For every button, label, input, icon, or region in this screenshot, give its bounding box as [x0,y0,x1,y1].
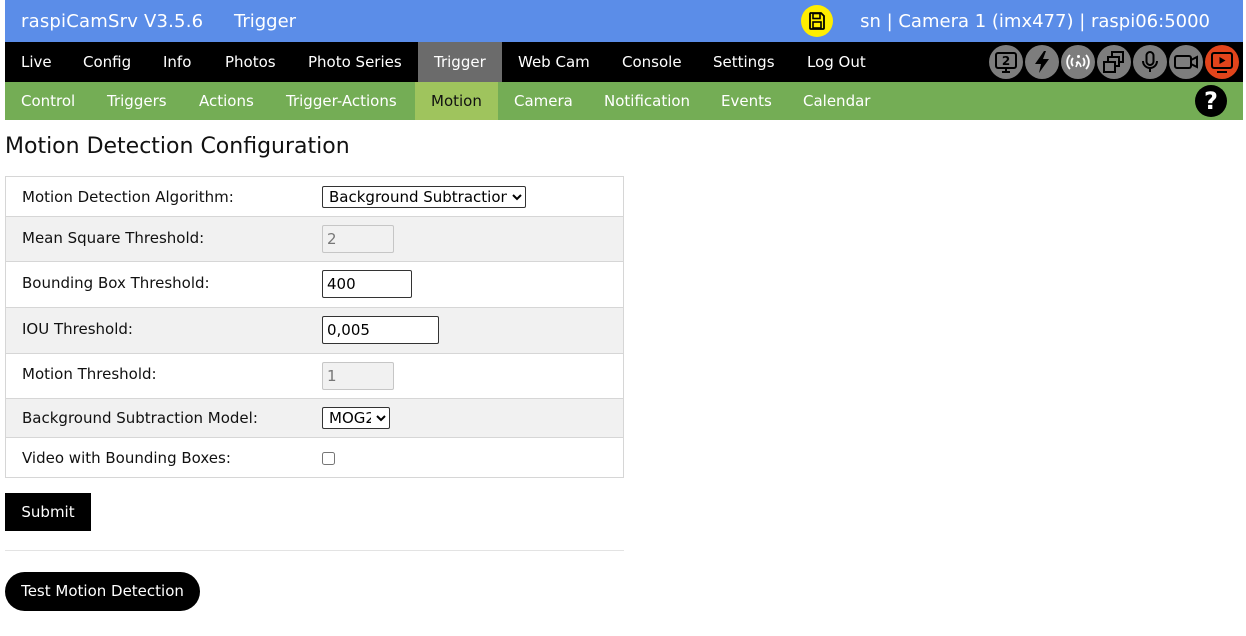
motion-threshold-input[interactable] [322,362,394,390]
nav-item-photos[interactable]: Photos [209,42,292,82]
nav-item-config[interactable]: Config [67,42,147,82]
algorithm-row: Motion Detection Algorithm: Background S… [6,177,623,217]
nav-item-settings[interactable]: Settings [697,42,791,82]
stream-display-icon [1211,52,1233,73]
video-camera-button[interactable] [1169,45,1203,79]
subnav-item-triggers[interactable]: Triggers [91,82,183,120]
nav-item-info[interactable]: Info [147,42,207,82]
divider [5,550,624,551]
flash-button[interactable] [1025,45,1059,79]
bbox-threshold-label: Bounding Box Threshold: [22,274,210,292]
video-bbox-label: Video with Bounding Boxes: [22,449,231,467]
motion-threshold-row: Motion Threshold: [6,354,623,399]
subnav-item-camera[interactable]: Camera [498,82,589,120]
bbox-threshold-row: Bounding Box Threshold: [6,262,623,308]
stream-display-button[interactable] [1205,45,1239,79]
subnav-item-trigger-actions[interactable]: Trigger-Actions [270,82,413,120]
page-title: Motion Detection Configuration [5,134,350,159]
msd-threshold-row: Mean Square Threshold: [6,217,623,262]
sub-nav: Control Triggers Actions Trigger-Actions… [5,82,1243,120]
second-camera-icon: 2 [995,52,1017,73]
algorithm-select[interactable]: Background Subtraction [322,186,526,208]
test-motion-detection-button[interactable]: Test Motion Detection [5,572,200,611]
nav-item-console[interactable]: Console [606,42,698,82]
motion-sensor-button[interactable] [1061,45,1095,79]
bg-model-select[interactable]: MOG2 [322,407,390,429]
page: raspiCamSrv V3.5.6 Trigger sn | Camera 1… [0,0,1246,636]
motion-config-form: Motion Detection Algorithm: Background S… [5,176,624,478]
video-bbox-row: Video with Bounding Boxes: [6,438,623,477]
help-button[interactable]: ? [1195,85,1227,117]
nav-item-log-out[interactable]: Log Out [791,42,882,82]
subnav-item-actions[interactable]: Actions [183,82,270,120]
second-camera-button[interactable]: 2 [989,45,1023,79]
app-title: raspiCamSrv V3.5.6 [21,11,204,32]
bg-model-label: Background Subtraction Model: [22,409,258,427]
bg-model-row: Background Subtraction Model: MOG2 [6,399,623,438]
camera-status: sn | Camera 1 (imx477) | raspi06:5000 [860,11,1210,32]
bbox-threshold-input[interactable] [322,270,412,298]
title-bar: raspiCamSrv V3.5.6 Trigger sn | Camera 1… [5,0,1243,42]
multi-window-icon [1103,51,1124,73]
nav-icon-group: 2 [989,45,1239,79]
subnav-item-control[interactable]: Control [5,82,91,120]
flash-icon [1035,51,1049,73]
motion-sensor-icon [1066,54,1090,70]
multi-window-button[interactable] [1097,45,1131,79]
floppy-disk-icon [809,12,825,30]
motion-threshold-label: Motion Threshold: [22,365,157,383]
current-page-name: Trigger [234,11,297,32]
msd-threshold-label: Mean Square Threshold: [22,229,205,247]
subnav-item-notification[interactable]: Notification [588,82,706,120]
microphone-icon [1142,51,1158,72]
svg-text:2: 2 [1002,54,1010,68]
subnav-item-events[interactable]: Events [705,82,788,120]
subnav-item-motion[interactable]: Motion [415,82,498,120]
iou-threshold-input[interactable] [322,316,439,344]
iou-threshold-label: IOU Threshold: [22,320,133,338]
video-camera-icon [1174,55,1198,69]
nav-item-web-cam[interactable]: Web Cam [502,42,606,82]
main-nav: Live Config Info Photos Photo Series Tri… [5,42,1243,82]
algorithm-label: Motion Detection Algorithm: [22,188,234,206]
subnav-item-calendar[interactable]: Calendar [787,82,886,120]
nav-item-trigger[interactable]: Trigger [418,42,502,82]
video-bbox-checkbox[interactable] [322,452,335,465]
microphone-button[interactable] [1133,45,1167,79]
submit-button[interactable]: Submit [5,493,91,531]
nav-item-live[interactable]: Live [5,42,68,82]
msd-threshold-input[interactable] [322,225,394,253]
save-button[interactable] [801,5,833,37]
nav-item-photo-series[interactable]: Photo Series [292,42,418,82]
iou-threshold-row: IOU Threshold: [6,308,623,354]
